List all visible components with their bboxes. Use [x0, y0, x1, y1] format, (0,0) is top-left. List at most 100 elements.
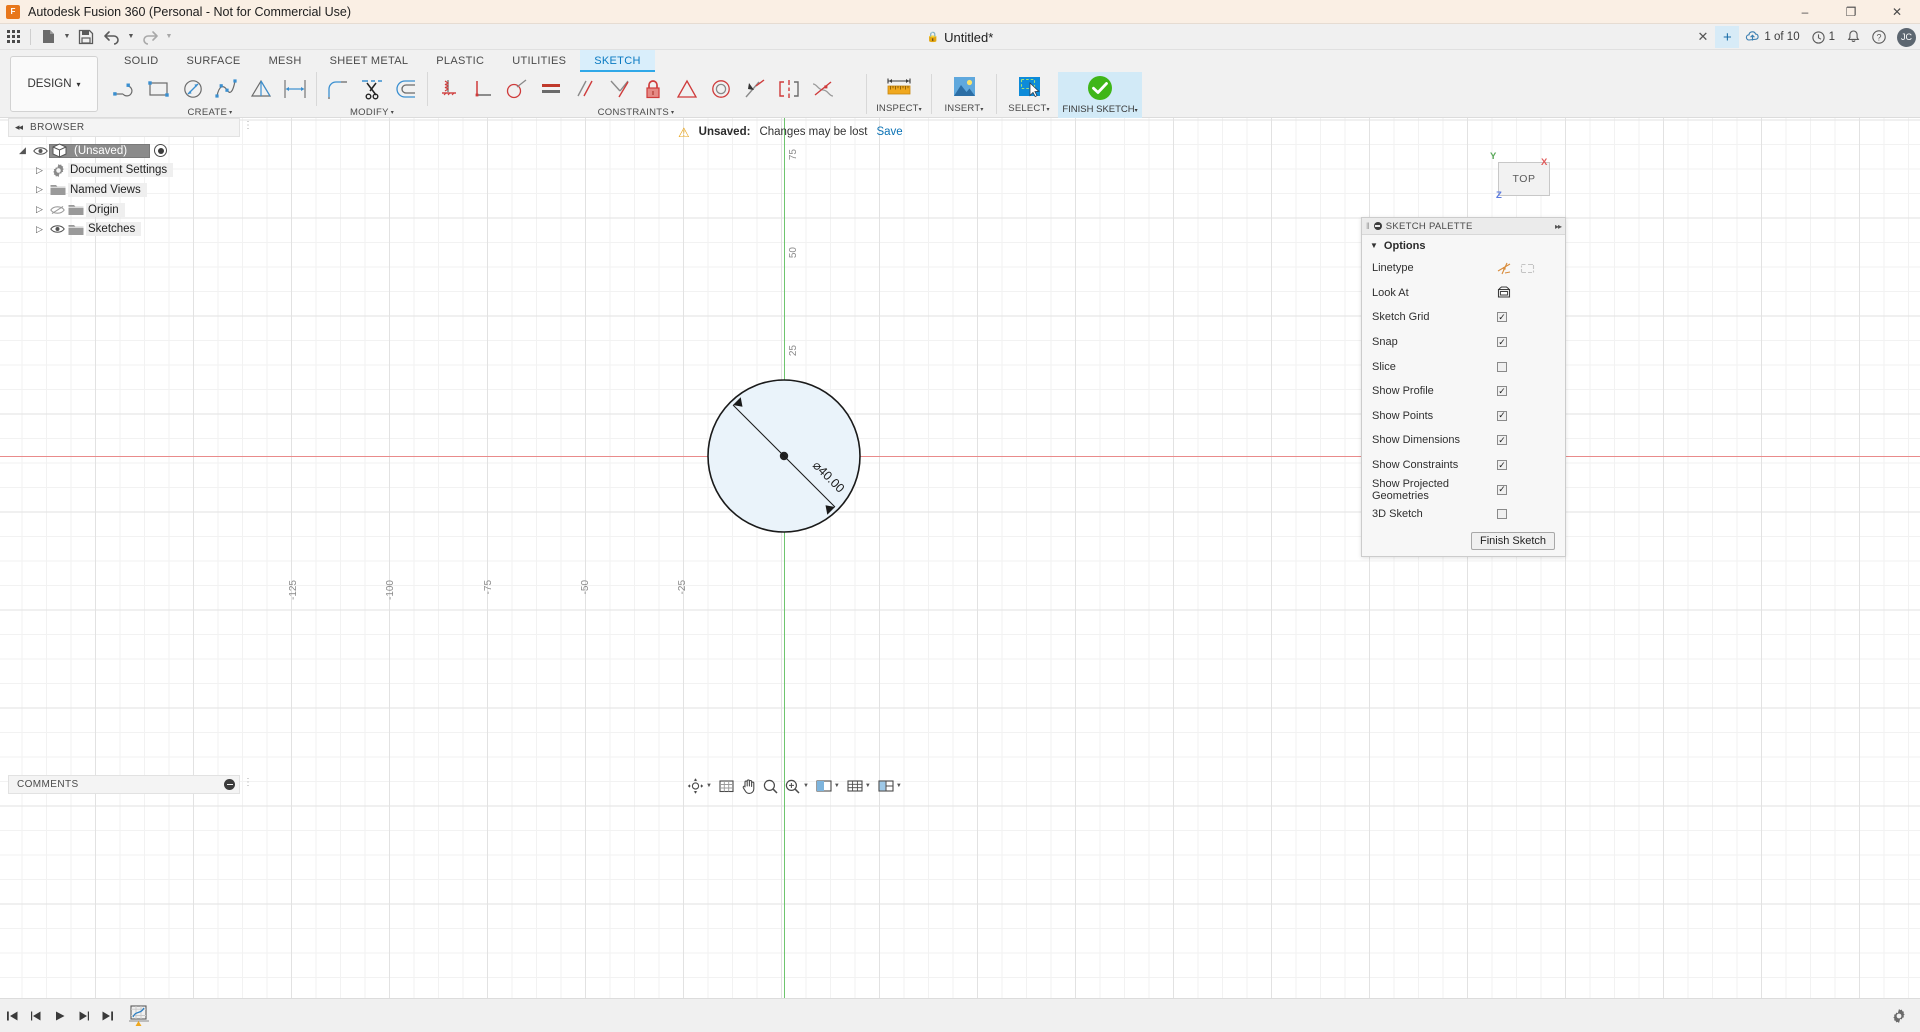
trim-icon[interactable]: [355, 72, 389, 106]
palette-row-3d-sketch[interactable]: 3D Sketch: [1362, 502, 1565, 527]
tree-item-named-views[interactable]: ▷ Named Views: [8, 180, 240, 200]
palette-row-show-profile[interactable]: Show Profile: [1362, 379, 1565, 404]
snap-checkbox[interactable]: [1497, 337, 1507, 348]
chevron-down-icon[interactable]: ▼: [803, 783, 809, 789]
zoom-magnifier-icon[interactable]: [760, 776, 781, 796]
step-back-icon[interactable]: [24, 1003, 48, 1029]
offset-icon[interactable]: [389, 72, 423, 106]
fix-lock-icon[interactable]: [636, 72, 670, 106]
bell-icon[interactable]: [1842, 26, 1865, 48]
chevron-down-icon[interactable]: ▼: [865, 783, 871, 789]
pan-hand-icon[interactable]: [738, 776, 759, 796]
finish-sketch-button[interactable]: FINISH SKETCH▾: [1058, 72, 1142, 118]
close-document-button[interactable]: ✕: [1693, 26, 1714, 48]
palette-finish-sketch-button[interactable]: Finish Sketch: [1470, 532, 1555, 550]
palette-row-show-dimensions[interactable]: Show Dimensions: [1362, 428, 1565, 453]
expand-icon[interactable]: ▸▸: [1555, 222, 1562, 231]
visibility-eye-icon[interactable]: [48, 224, 66, 234]
activity-button[interactable]: 1: [1807, 26, 1840, 48]
group-label-constraints[interactable]: CONSTRAINTS ▾: [598, 106, 675, 118]
collinear-icon[interactable]: [738, 72, 772, 106]
minimize-button[interactable]: –: [1782, 0, 1828, 24]
gear-icon[interactable]: [1888, 1005, 1910, 1027]
tree-item-origin[interactable]: ▷ Origin: [8, 200, 240, 220]
tree-item-unsaved[interactable]: ◢ (Unsaved): [8, 141, 240, 161]
show-projected-geometries-checkbox[interactable]: [1497, 484, 1507, 495]
job-status-button[interactable]: 1 of 10: [1741, 26, 1804, 48]
midpoint-icon[interactable]: [602, 72, 636, 106]
grid-snaps-icon[interactable]: ▼: [844, 776, 874, 796]
perpendicular-icon[interactable]: [466, 72, 500, 106]
chevron-down-icon[interactable]: ▼: [706, 783, 712, 789]
skip-to-end-icon[interactable]: [96, 1003, 120, 1029]
comments-resize-grip[interactable]: ⋮: [243, 777, 253, 788]
show-points-checkbox[interactable]: [1497, 410, 1507, 421]
chevron-down-icon[interactable]: ▼: [896, 783, 902, 789]
view-grid-icon[interactable]: [716, 776, 737, 796]
select-button[interactable]: SELECT▾: [1000, 72, 1058, 118]
sketch-canvas[interactable]: ⚠ Unsaved: Changes may be lost Save -125…: [0, 118, 1920, 998]
show-profile-checkbox[interactable]: [1497, 386, 1507, 397]
circle-icon[interactable]: [176, 72, 210, 106]
tab-mesh[interactable]: MESH: [255, 50, 316, 72]
maximize-button[interactable]: ❐: [1828, 0, 1874, 24]
tree-item-document-settings[interactable]: ▷ Document Settings: [8, 161, 240, 181]
help-icon[interactable]: ?: [1867, 26, 1891, 48]
redo-icon[interactable]: [137, 26, 163, 48]
polygon-icon[interactable]: [244, 72, 278, 106]
zoom-window-icon[interactable]: ▼: [782, 776, 812, 796]
undo-icon[interactable]: [99, 26, 125, 48]
new-tab-button[interactable]: +: [1715, 26, 1740, 48]
linetype-centerline-icon[interactable]: [1520, 262, 1535, 275]
skip-to-start-icon[interactable]: [0, 1003, 24, 1029]
new-document-icon[interactable]: [35, 26, 61, 48]
workspace-selector[interactable]: DESIGN ▾: [10, 56, 98, 112]
step-forward-icon[interactable]: [72, 1003, 96, 1029]
visibility-eye-off-icon[interactable]: [48, 205, 66, 215]
tree-item-sketches[interactable]: ▷ Sketches: [8, 219, 240, 239]
browser-resize-grip[interactable]: ⋮: [243, 120, 253, 131]
tab-sheet-metal[interactable]: SHEET METAL: [316, 50, 423, 72]
avatar[interactable]: JC: [1897, 27, 1916, 47]
timeline-sketch-marker-icon[interactable]: [124, 1002, 154, 1030]
dimension-icon[interactable]: [278, 72, 312, 106]
tab-sketch[interactable]: SKETCH: [580, 50, 656, 72]
inspect-button[interactable]: INSPECT▾: [870, 72, 928, 118]
chevron-down-icon[interactable]: ▼: [834, 783, 840, 789]
minimize-circle-icon[interactable]: [1373, 222, 1382, 230]
tab-surface[interactable]: SURFACE: [173, 50, 255, 72]
show-dimensions-checkbox[interactable]: [1497, 435, 1507, 446]
redo-caret-icon[interactable]: ▼: [163, 26, 175, 48]
linetype-construction-icon[interactable]: [1497, 262, 1512, 275]
expand-arrow-icon[interactable]: ▷: [31, 224, 48, 235]
display-settings-icon[interactable]: ▼: [813, 776, 843, 796]
undo-caret-icon[interactable]: ▼: [125, 26, 137, 48]
3d-sketch-checkbox[interactable]: [1497, 509, 1507, 520]
palette-row-sketch-grid[interactable]: Sketch Grid: [1362, 305, 1565, 330]
collapse-icon[interactable]: ◂◂: [15, 122, 23, 133]
palette-drag-grip[interactable]: ‖: [1366, 221, 1370, 231]
new-document-caret-icon[interactable]: ▼: [61, 26, 73, 48]
palette-options-section[interactable]: ▼ Options: [1362, 235, 1565, 256]
concentric-triangle-icon[interactable]: [670, 72, 704, 106]
grid-apps-icon[interactable]: [0, 26, 26, 48]
tangent-icon[interactable]: [500, 72, 534, 106]
document-tab[interactable]: 🔒 Untitled*: [927, 30, 994, 45]
equal-icon[interactable]: [534, 72, 568, 106]
slice-checkbox[interactable]: [1497, 361, 1507, 372]
play-icon[interactable]: [48, 1003, 72, 1029]
comments-panel-header[interactable]: COMMENTS: [8, 775, 240, 794]
minimize-circle-icon[interactable]: [224, 779, 235, 790]
orbit-icon[interactable]: ▼: [684, 776, 715, 796]
spline-icon[interactable]: [210, 72, 244, 106]
sketch-grid-checkbox[interactable]: [1497, 312, 1507, 323]
sketch-geometry[interactable]: ⌀40.00: [0, 118, 1920, 998]
close-button[interactable]: ✕: [1874, 0, 1920, 24]
palette-row-slice[interactable]: Slice: [1362, 354, 1565, 379]
curvature-icon[interactable]: [806, 72, 840, 106]
palette-row-snap[interactable]: Snap: [1362, 330, 1565, 355]
group-label-create[interactable]: CREATE ▾: [188, 106, 233, 118]
look-at-icon[interactable]: [1497, 286, 1511, 299]
palette-row-show-constraints[interactable]: Show Constraints: [1362, 453, 1565, 478]
insert-button[interactable]: INSERT▾: [935, 72, 993, 118]
